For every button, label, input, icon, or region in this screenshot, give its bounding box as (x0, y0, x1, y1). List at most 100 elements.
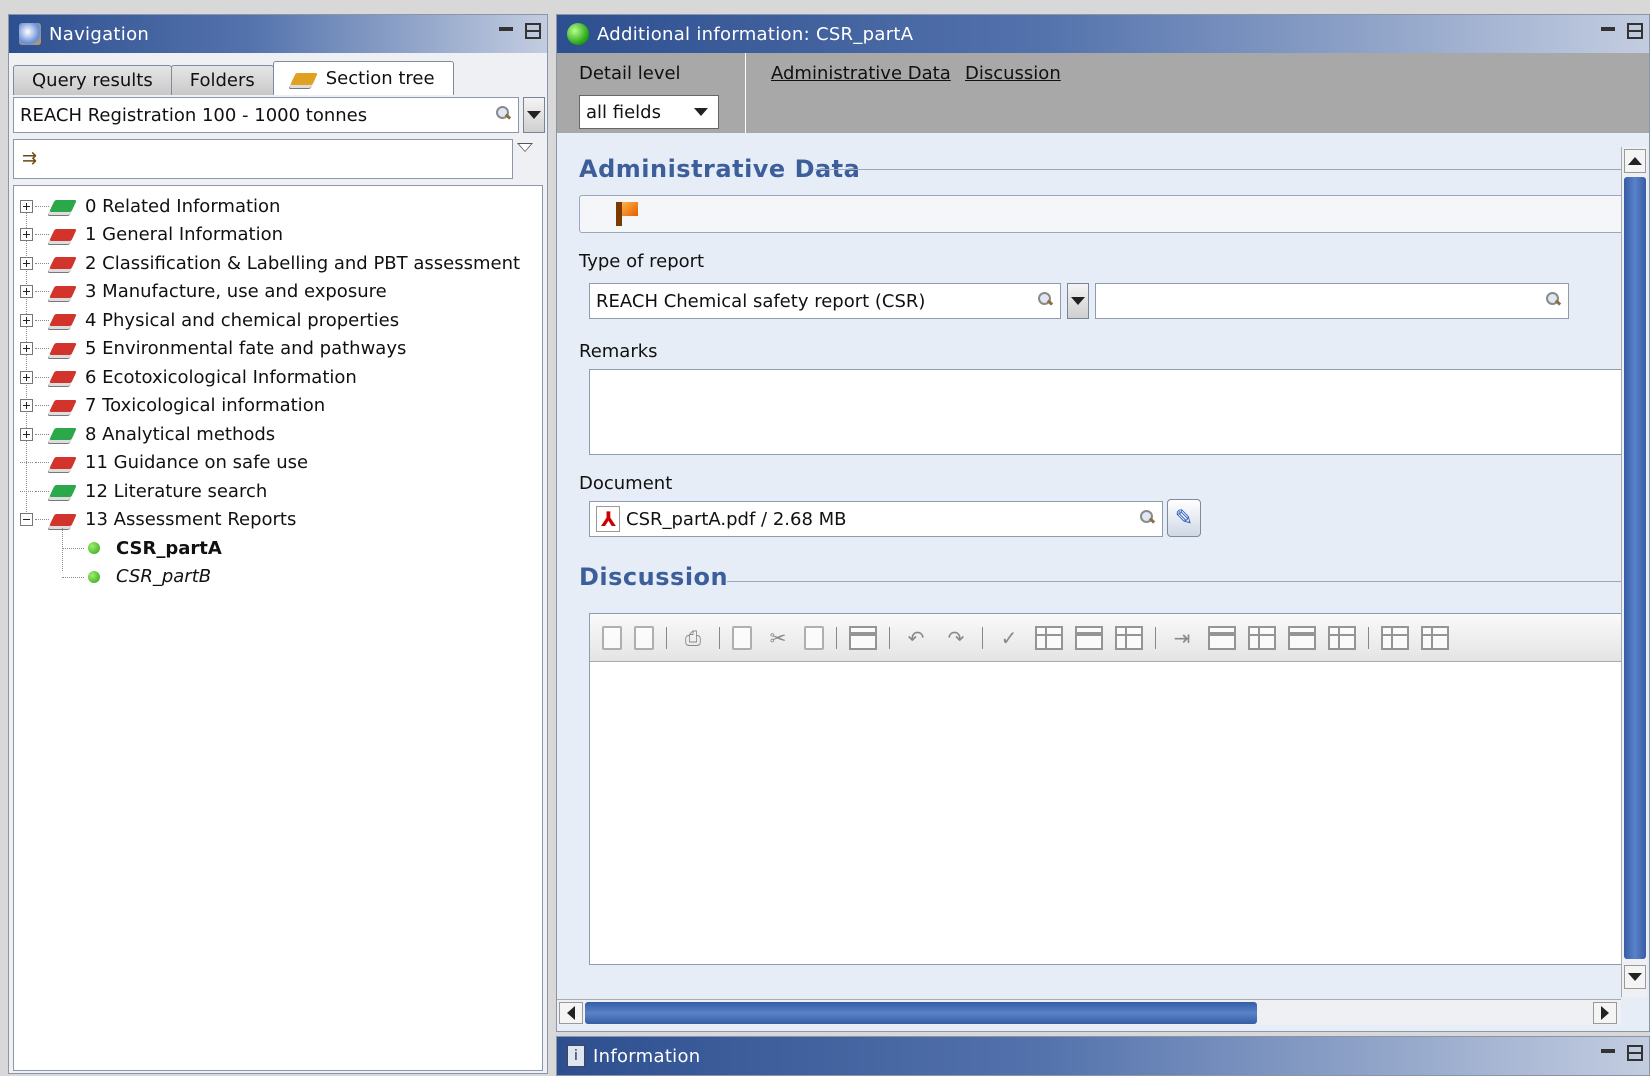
collapse-icon[interactable] (20, 513, 33, 526)
filter-dropdown-icon[interactable] (517, 143, 533, 152)
insert-table-icon[interactable] (849, 625, 877, 650)
print-icon[interactable]: ⎙ (679, 626, 707, 650)
maximize-icon[interactable] (1627, 1045, 1643, 1061)
cut-icon[interactable]: ✂ (764, 626, 792, 650)
tab-query-results[interactable]: Query results (13, 65, 172, 95)
red-book-icon (51, 511, 77, 529)
expand-icon[interactable] (20, 342, 33, 355)
maximize-icon[interactable] (1627, 23, 1643, 39)
expand-icon[interactable] (20, 427, 33, 441)
column-delete-icon[interactable] (1328, 625, 1356, 650)
chevron-up-icon (1628, 157, 1642, 165)
discussion-editor[interactable]: ⎙ ✂ ↶ ↷ ✓ ⇥ (589, 613, 1623, 965)
tree-item[interactable]: 6 Ecotoxicological Information (14, 363, 357, 391)
flag-icon[interactable] (616, 202, 638, 226)
expand-icon[interactable] (20, 228, 33, 241)
tree-connector (35, 405, 49, 406)
indent-icon[interactable]: ⇥ (1168, 626, 1196, 650)
template-combo[interactable]: REACH Registration 100 - 1000 tonnes (13, 97, 519, 133)
minimize-icon[interactable] (1601, 1049, 1615, 1053)
tree-item[interactable]: 4 Physical and chemical properties (14, 306, 399, 334)
tree-connector (35, 376, 49, 378)
minimize-icon[interactable] (499, 27, 513, 31)
remarks-field[interactable] (589, 369, 1623, 455)
table-column-icon[interactable] (1115, 625, 1143, 650)
undo-icon[interactable]: ↶ (902, 626, 930, 650)
tree-item-label: 0 Related Information (85, 195, 281, 217)
red-book-icon (51, 454, 77, 472)
paste-icon[interactable] (804, 625, 824, 650)
attach-document-button[interactable]: ✎ (1167, 499, 1201, 537)
new-document-icon[interactable] (602, 625, 622, 650)
green-book-icon (51, 482, 77, 500)
scroll-right-button[interactable] (1593, 1002, 1617, 1024)
type-of-report-field[interactable]: REACH Chemical safety report (CSR) (589, 283, 1061, 319)
expand-icon[interactable] (20, 313, 33, 327)
tree-item[interactable]: 8 Analytical methods (14, 420, 275, 448)
horizontal-scroll-thumb[interactable] (585, 1002, 1257, 1024)
navigation-icon (19, 23, 41, 45)
tree-item-label: 5 Environmental fate and pathways (85, 338, 407, 359)
scroll-up-button[interactable] (1624, 149, 1646, 173)
copy-icon[interactable] (732, 625, 752, 650)
navigation-tabs: Query results Folders Section tree (13, 61, 454, 95)
expand-icon[interactable] (20, 399, 33, 412)
column-insert-icon[interactable] (1248, 625, 1276, 650)
tree-item[interactable]: 2 Classification & Labelling and PBT ass… (14, 249, 520, 277)
scroll-left-button[interactable] (559, 1002, 583, 1024)
maximize-icon[interactable] (525, 23, 541, 39)
link-discussion[interactable]: Discussion (965, 63, 1061, 84)
green-status-icon (88, 570, 100, 583)
search-icon[interactable] (496, 106, 510, 120)
tree-item[interactable]: 5 Environmental fate and pathways (14, 335, 406, 363)
row-delete-icon[interactable] (1288, 625, 1316, 650)
type-of-report-other-field[interactable] (1095, 283, 1569, 319)
tree-item[interactable]: 13 Assessment Reports (14, 506, 296, 534)
template-dropdown-button[interactable] (523, 97, 545, 133)
search-icon[interactable] (1038, 292, 1052, 306)
tree-item[interactable]: 11 Guidance on safe use (14, 449, 308, 477)
search-icon[interactable] (1140, 510, 1154, 524)
expand-icon[interactable] (20, 256, 33, 270)
redo-icon[interactable]: ↷ (942, 626, 970, 650)
tree-item[interactable]: 7 Toxicological information (14, 392, 325, 420)
tree-filter-input[interactable]: ⇉ (13, 139, 513, 179)
table-row-icon[interactable] (1075, 625, 1103, 650)
tree-connector (20, 462, 33, 463)
green-status-icon (567, 23, 589, 45)
horizontal-scrollbar[interactable] (557, 999, 1621, 1025)
tree-item[interactable]: 1 General Information (14, 221, 283, 249)
detail-level-select[interactable]: all fields (579, 95, 719, 129)
tree-item[interactable]: CSR_partA (88, 534, 222, 562)
type-of-report-dropdown[interactable] (1067, 283, 1089, 319)
detail-titlebar[interactable]: Additional information: CSR_partA (557, 15, 1649, 53)
vertical-scrollbar[interactable] (1621, 147, 1647, 997)
expand-icon[interactable] (20, 370, 33, 384)
link-administrative-data[interactable]: Administrative Data (771, 63, 951, 84)
tree-connector (35, 291, 49, 292)
search-icon[interactable] (1546, 292, 1560, 306)
tree-item-label: 13 Assessment Reports (85, 509, 297, 530)
information-titlebar[interactable]: i Information (557, 1037, 1649, 1075)
tree-item[interactable]: 3 Manufacture, use and exposure (14, 278, 387, 306)
tree-item[interactable]: 0 Related Information (14, 192, 280, 220)
expand-icon[interactable] (20, 285, 33, 298)
expand-icon[interactable] (20, 199, 33, 213)
split-cells-icon[interactable] (1421, 625, 1449, 650)
open-document-icon[interactable] (634, 625, 654, 650)
flag-bar[interactable] (579, 195, 1623, 233)
minimize-icon[interactable] (1601, 27, 1615, 31)
tree-item[interactable]: CSR_partB (88, 563, 211, 591)
tree-item-label: 2 Classification & Labelling and PBT ass… (85, 252, 521, 274)
merge-cells-icon[interactable] (1381, 625, 1409, 650)
table-icon[interactable] (1035, 625, 1063, 650)
vertical-scroll-thumb[interactable] (1624, 177, 1646, 959)
spellcheck-icon[interactable]: ✓ (995, 626, 1023, 650)
scroll-down-button[interactable] (1624, 965, 1646, 989)
tab-folders[interactable]: Folders (170, 65, 274, 95)
document-field[interactable]: CSR_partA.pdf / 2.68 MB (589, 501, 1163, 537)
tree-item[interactable]: 12 Literature search (14, 477, 267, 505)
tab-section-tree[interactable]: Section tree (272, 61, 454, 95)
row-insert-icon[interactable] (1208, 625, 1236, 650)
navigation-titlebar[interactable]: Navigation (9, 15, 547, 53)
